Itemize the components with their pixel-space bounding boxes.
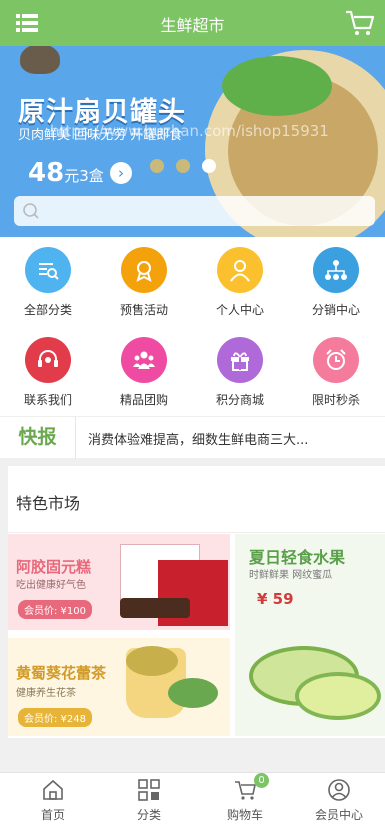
menu-item-all-categories[interactable]: 全部分类: [0, 237, 96, 325]
melon-slice-image: [295, 672, 381, 720]
menu-label: 限时秒杀: [311, 393, 360, 407]
banner-arrow-icon[interactable]: ›: [110, 162, 132, 184]
menu-label: 分销中心: [311, 303, 360, 317]
tab-label: 分类: [136, 808, 161, 822]
tab-label: 购物车: [226, 808, 263, 822]
shell-image: [20, 46, 60, 74]
banner-watermark: https://www.huzhan.com/ishop15931: [50, 122, 329, 140]
group-icon: [121, 337, 167, 383]
menu-item-presale[interactable]: 预售活动: [96, 237, 192, 325]
product-desc: 健康养生花茶: [16, 688, 76, 699]
news-label: 快报: [0, 417, 76, 459]
gift-icon: [217, 337, 263, 383]
grid-icon: [138, 779, 160, 801]
cart-icon: [235, 781, 256, 800]
menu-item-group-buy[interactable]: 精品团购: [96, 327, 192, 415]
cart-icon[interactable]: [345, 9, 375, 37]
leaf-image: [168, 678, 218, 708]
product-cakes-image: [120, 598, 190, 618]
featured-market: 特色市场 阿胶固元糕 吃出健康好气色 会员价: ¥100 黄蜀葵花蕾茶 健康养生…: [8, 466, 385, 738]
menu-item-flash-sale[interactable]: 限时秒杀: [288, 327, 384, 415]
product-name: 夏日轻食水果: [249, 548, 346, 567]
carousel-dot-active[interactable]: [202, 159, 216, 173]
headset-icon: [25, 337, 71, 383]
tab-cart[interactable]: 0 购物车: [197, 773, 293, 825]
tab-category[interactable]: 分类: [101, 773, 197, 825]
tab-member-center[interactable]: 会员中心: [291, 773, 385, 825]
page-title: 生鲜超市: [160, 16, 225, 35]
tab-label: 会员中心: [314, 808, 363, 822]
menu-label: 个人中心: [215, 303, 264, 317]
banner-price-unit: 元3盒: [64, 167, 104, 185]
menu-label: 预售活动: [119, 303, 168, 317]
product-name: 阿胶固元糕: [16, 558, 92, 576]
user-icon: [328, 779, 350, 801]
divider: [8, 532, 385, 533]
section-title: 特色市场: [16, 494, 81, 513]
menu-label: 精品团购: [119, 393, 168, 407]
flower-image: [126, 646, 178, 676]
menu-label: 全部分类: [23, 303, 72, 317]
search-list-icon: [25, 247, 71, 293]
menu-item-distribution[interactable]: 分销中心: [288, 237, 384, 325]
product-price: ¥ 59: [257, 590, 294, 608]
news-ticker[interactable]: 快报 消费体验难提高，细数生鲜电商三大...: [0, 416, 385, 459]
product-price: 会员价: ¥100: [18, 600, 92, 619]
search-bar[interactable]: [14, 196, 375, 226]
product-name: 黄蜀葵花蕾茶: [16, 664, 107, 682]
carousel-dot[interactable]: [176, 159, 190, 173]
banner-price: 48元3盒: [28, 158, 104, 188]
product-tile-summer-fruit[interactable]: 夏日轻食水果 时鲜鲜果 网纹蜜瓜 ¥ 59: [235, 534, 385, 736]
product-price: 会员价: ¥248: [18, 708, 92, 727]
product-tile-ejiao-cake[interactable]: 阿胶固元糕 吃出健康好气色 会员价: ¥100: [8, 534, 230, 630]
alarm-icon: [313, 337, 359, 383]
banner-price-number: 48: [28, 158, 65, 188]
top-bar: 生鲜超市: [0, 0, 385, 46]
network-icon: [313, 247, 359, 293]
lettuce-image: [222, 56, 332, 116]
app: 生鲜超市 原汁扇贝罐头 贝肉鲜美 回味无穷 开罐即食 https://www.h…: [0, 0, 385, 825]
menu-item-points-mall[interactable]: 积分商城: [192, 327, 288, 415]
news-text[interactable]: 消费体验难提高，细数生鲜电商三大...: [88, 429, 308, 448]
tab-home[interactable]: 首页: [5, 773, 101, 825]
product-desc: 吃出健康好气色: [16, 580, 86, 591]
cart-count-badge: 0: [254, 773, 269, 788]
product-desc: 时鲜鲜果 网纹蜜瓜: [249, 570, 333, 581]
search-input[interactable]: [48, 201, 348, 221]
menu-item-personal-center[interactable]: 个人中心: [192, 237, 288, 325]
search-icon: [23, 203, 39, 219]
menu-label: 积分商城: [215, 393, 264, 407]
carousel-dot[interactable]: [150, 159, 164, 173]
tab-label: 首页: [40, 808, 65, 822]
user-icon: [217, 247, 263, 293]
menu-item-contact[interactable]: 联系我们: [0, 327, 96, 415]
medal-icon: [121, 247, 167, 293]
bottom-tab-bar: 首页 分类 0 购物车 会员中心: [0, 772, 385, 825]
home-icon: [43, 779, 63, 800]
promo-banner[interactable]: 原汁扇贝罐头 贝肉鲜美 回味无穷 开罐即食 https://www.huzhan…: [0, 46, 385, 237]
carousel-dots: [150, 158, 228, 177]
menu-label: 联系我们: [23, 393, 72, 407]
menu-grid: 全部分类 预售活动 个人中心 分销中心 联系我们 精品团购 积分商城 限时秒杀: [0, 237, 385, 416]
product-tile-flower-tea[interactable]: 黄蜀葵花蕾茶 健康养生花茶 会员价: ¥248: [8, 638, 230, 736]
